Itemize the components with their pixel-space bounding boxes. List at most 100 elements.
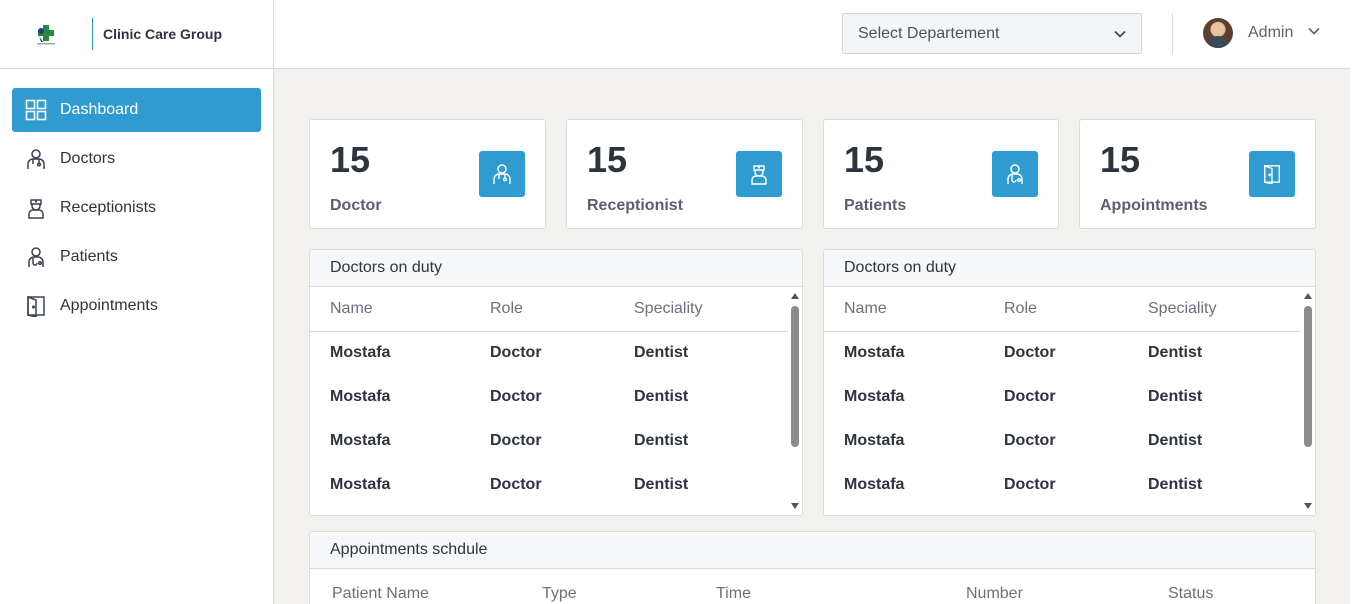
column-header-speciality[interactable]: Speciality <box>1148 300 1216 318</box>
top-header: Select Departement Admin <box>274 0 1353 69</box>
scroll-up-arrow-icon[interactable] <box>791 293 799 299</box>
user-name: Admin <box>1248 24 1294 41</box>
doctor-icon <box>25 148 47 170</box>
nurse-icon <box>736 151 782 197</box>
table-row[interactable]: Mostafa Doctor Dentist <box>824 332 1315 376</box>
brand-name: Clinic Care Group <box>103 26 223 42</box>
panel-title: Doctors on duty <box>824 250 1315 287</box>
cell-role: Doctor <box>1004 476 1056 493</box>
stat-label: Appointments <box>1100 197 1208 214</box>
stat-value: 15 <box>587 139 628 180</box>
scroll-down-arrow-icon[interactable] <box>1304 503 1312 509</box>
sidebar-item-receptionists[interactable]: Receptionists <box>12 186 261 230</box>
sidebar-item-patients[interactable]: Patients <box>12 235 261 279</box>
stat-value: 15 <box>330 139 371 180</box>
cell-role: Doctor <box>490 476 542 493</box>
column-header-patient-name[interactable]: Patient Name <box>332 585 429 603</box>
sidebar-item-doctors[interactable]: Doctors <box>12 137 261 181</box>
cell-name: Mostafa <box>844 432 905 449</box>
column-header-name[interactable]: Name <box>844 300 887 318</box>
user-menu[interactable]: Admin <box>1203 18 1321 48</box>
column-header-time[interactable]: Time <box>716 585 751 603</box>
column-header-role[interactable]: Role <box>490 300 523 318</box>
table-scrollbar[interactable] <box>1301 287 1315 515</box>
table-header: Patient Name Type Time Number Status <box>310 569 1315 604</box>
cell-role: Doctor <box>490 388 542 405</box>
table-row[interactable]: Mostafa Doctor Dentist <box>824 420 1315 464</box>
table-row[interactable]: Mostafa Doctor Dentist <box>310 376 802 420</box>
doctor-icon <box>479 151 525 197</box>
door-icon <box>25 295 47 317</box>
table-row[interactable]: Mostafa Doctor Dentist <box>310 332 802 376</box>
cell-speciality: Dentist <box>1148 476 1203 493</box>
sidebar-item-appointments[interactable]: Appointments <box>12 284 261 328</box>
cell-speciality: Dentist <box>634 476 689 493</box>
column-header-number[interactable]: Number <box>966 585 1023 603</box>
table-row[interactable]: Mostafa Doctor Dentist <box>310 420 802 464</box>
table-header: Name Role Speciality <box>310 287 802 332</box>
cell-name: Mostafa <box>844 476 905 493</box>
appointments-schedule-panel: Appointments schdule Patient Name Type T… <box>309 531 1316 604</box>
department-select[interactable]: Select Departement <box>842 13 1142 54</box>
doctors-on-duty-panel-right: Doctors on duty Name Role Speciality Mos… <box>823 249 1316 516</box>
chevron-down-icon <box>1113 27 1127 46</box>
cell-speciality: Dentist <box>634 388 689 405</box>
stat-card-patients[interactable]: 15 Patients <box>823 119 1059 229</box>
sidebar-item-dashboard[interactable]: Dashboard <box>12 88 261 132</box>
stat-card-appointments[interactable]: 15 Appointments <box>1079 119 1316 229</box>
sidebar-item-label: Patients <box>60 248 118 265</box>
cell-role: Doctor <box>490 432 542 449</box>
chevron-down-icon <box>1307 24 1321 43</box>
cell-name: Mostafa <box>330 388 391 405</box>
patient-icon <box>25 246 47 268</box>
cell-role: Doctor <box>490 344 542 361</box>
panel-title: Appointments schdule <box>310 532 1315 569</box>
nurse-icon <box>25 197 47 219</box>
table-row[interactable]: Mostafa Doctor Dentist <box>824 376 1315 420</box>
header-divider <box>1172 13 1173 54</box>
cell-speciality: Dentist <box>1148 388 1203 405</box>
stat-value: 15 <box>1100 139 1141 180</box>
department-select-value: Select Departement <box>858 24 1000 42</box>
cell-role: Doctor <box>1004 344 1056 361</box>
scroll-down-arrow-icon[interactable] <box>791 503 799 509</box>
stat-label: Doctor <box>330 197 382 214</box>
table-row[interactable]: Mostafa Doctor Dentist <box>824 464 1315 508</box>
stat-card-doctors[interactable]: 15 Doctor <box>309 119 546 229</box>
table-scrollbar[interactable] <box>788 287 802 515</box>
sidebar-item-label: Dashboard <box>60 101 139 118</box>
cell-name: Mostafa <box>844 344 905 361</box>
stat-card-receptionists[interactable]: 15 Receptionist <box>566 119 803 229</box>
column-header-role[interactable]: Role <box>1004 300 1037 318</box>
sidebar-item-label: Doctors <box>60 150 116 167</box>
table-row[interactable]: Mostafa Doctor Dentist <box>310 464 802 508</box>
column-header-name[interactable]: Name <box>330 300 373 318</box>
scrollbar-thumb[interactable] <box>791 306 799 447</box>
column-header-type[interactable]: Type <box>542 585 577 603</box>
clinic-logo-icon[interactable] <box>34 22 58 46</box>
avatar[interactable] <box>1203 18 1233 48</box>
cell-name: Mostafa <box>844 388 905 405</box>
cell-role: Doctor <box>1004 432 1056 449</box>
sidebar-item-label: Appointments <box>60 297 158 314</box>
table-header: Name Role Speciality <box>824 287 1315 332</box>
sidebar: Clinic Care Group Dashboard Doctors Rece… <box>0 0 274 604</box>
dashboard-grid-icon <box>25 99 47 121</box>
sidebar-nav: Dashboard Doctors Receptionists Patients… <box>0 69 273 328</box>
scrollbar-thumb[interactable] <box>1304 306 1312 447</box>
cell-speciality: Dentist <box>1148 432 1203 449</box>
cell-name: Mostafa <box>330 476 391 493</box>
brand: Clinic Care Group <box>0 0 273 69</box>
door-icon <box>1249 151 1295 197</box>
column-header-speciality[interactable]: Speciality <box>634 300 702 318</box>
scroll-up-arrow-icon[interactable] <box>1304 293 1312 299</box>
sidebar-item-label: Receptionists <box>60 199 157 216</box>
patient-icon <box>992 151 1038 197</box>
stat-label: Receptionist <box>587 197 684 214</box>
column-header-status[interactable]: Status <box>1168 585 1213 603</box>
stat-value: 15 <box>844 139 885 180</box>
doctors-on-duty-panel-left: Doctors on duty Name Role Speciality Mos… <box>309 249 803 516</box>
cell-speciality: Dentist <box>1148 344 1203 361</box>
brand-divider <box>92 18 93 50</box>
cell-speciality: Dentist <box>634 432 689 449</box>
